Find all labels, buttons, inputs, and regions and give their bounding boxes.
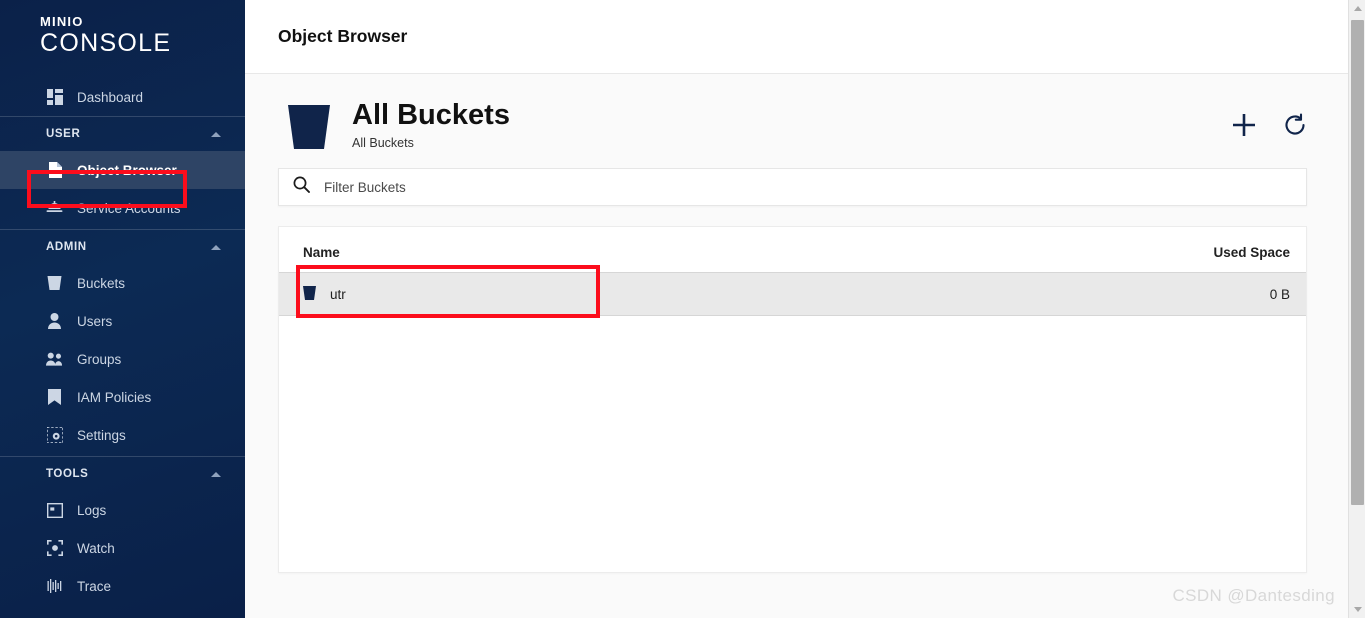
- sidebar-item-dashboard[interactable]: Dashboard: [0, 78, 245, 116]
- sidebar-section-title: TOOLS: [46, 468, 89, 480]
- chevron-up-icon[interactable]: [211, 131, 221, 137]
- sidebar-item-label: Settings: [77, 427, 126, 443]
- all-buckets-subtitle: All Buckets: [352, 136, 414, 150]
- sidebar-item-label: Watch: [77, 540, 115, 556]
- sidebar-section-title: USER: [46, 128, 81, 140]
- page-title: Object Browser: [278, 26, 408, 46]
- dashboard-icon: [46, 89, 63, 106]
- header-actions: [1231, 112, 1317, 138]
- search-input[interactable]: [324, 179, 1292, 195]
- scroll-up-button[interactable]: [1349, 0, 1365, 17]
- column-header-name[interactable]: Name: [279, 227, 998, 273]
- sidebar-section-header-user[interactable]: USER: [0, 117, 245, 151]
- sidebar-item-label: Buckets: [77, 275, 126, 291]
- sidebar-item-label: Object Browser: [77, 162, 177, 178]
- table-row[interactable]: utr 0 B: [279, 272, 1306, 316]
- sidebar-item-label: Groups: [77, 351, 122, 367]
- main-content: Object Browser All Buckets All Buckets F…: [245, 0, 1365, 618]
- sidebar-item-label: Dashboard: [77, 89, 144, 105]
- sidebar-section-title: ADMIN: [46, 241, 87, 253]
- sidebar-item-watch[interactable]: Watch: [0, 529, 245, 567]
- sidebar-item-label: Users: [77, 313, 113, 329]
- bucket-icon: [288, 105, 330, 154]
- plus-icon: [1231, 114, 1257, 141]
- bucket-icon: [303, 285, 316, 303]
- sidebar-item-logs[interactable]: Logs: [0, 491, 245, 529]
- bucket-name-label: utr: [330, 286, 346, 302]
- service-bell-icon: [46, 200, 63, 217]
- buckets-table: Name Used Space utr 0 B: [279, 227, 1306, 316]
- chevron-up-icon: [1353, 6, 1362, 11]
- sidebar-section-header-tools[interactable]: TOOLS: [0, 457, 245, 491]
- table-header: Name Used Space: [279, 227, 1306, 273]
- refresh-icon: [1283, 113, 1307, 140]
- sidebar-item-buckets[interactable]: Buckets: [0, 264, 245, 302]
- cell-used-space: 0 B: [997, 272, 1306, 316]
- logo-minio-text: MINIO: [40, 14, 84, 29]
- scroll-down-button[interactable]: [1349, 601, 1365, 618]
- sidebar-item-trace[interactable]: Trace: [0, 567, 245, 605]
- all-buckets-title: All Buckets: [352, 99, 510, 131]
- sidebar-item-object-browser[interactable]: Object Browser: [0, 151, 245, 189]
- table-header-row: Name Used Space: [279, 227, 1306, 273]
- filter-buckets-bar[interactable]: [278, 168, 1307, 206]
- chevron-down-icon: [1353, 607, 1362, 612]
- user-icon: [46, 313, 63, 330]
- logo-console-text: CONSOLE: [40, 29, 172, 57]
- sidebar-item-settings[interactable]: Settings: [0, 416, 245, 454]
- sidebar-section-header-admin[interactable]: ADMIN: [0, 230, 245, 264]
- trace-icon: [46, 578, 63, 595]
- sidebar-item-service-accounts[interactable]: Service Accounts: [0, 189, 245, 227]
- refresh-button[interactable]: [1283, 113, 1307, 137]
- sidebar-item-users[interactable]: Users: [0, 302, 245, 340]
- sidebar-item-groups[interactable]: Groups: [0, 340, 245, 378]
- groups-icon: [46, 351, 63, 368]
- sidebar: MINIO CONSOLE Dashboard USER Object Brow…: [0, 0, 245, 618]
- content-area: All Buckets All Buckets Filter Buckets N…: [245, 74, 1365, 573]
- sidebar-section-tools: TOOLS Logs Watch Trace: [0, 457, 245, 607]
- sidebar-item-label: IAM Policies: [77, 389, 152, 405]
- page-header-bar: Object Browser: [245, 0, 1365, 74]
- chevron-up-icon[interactable]: [211, 244, 221, 250]
- add-bucket-button[interactable]: [1231, 112, 1257, 138]
- document-icon: [46, 162, 63, 179]
- window-icon: [46, 502, 63, 519]
- sidebar-item-label: Trace: [77, 578, 112, 594]
- sidebar-section-admin: ADMIN Buckets Users Groups IAM Policies …: [0, 230, 245, 456]
- sidebar-item-label: Logs: [77, 502, 107, 518]
- search-icon: [293, 176, 310, 198]
- watch-target-icon: [46, 540, 63, 557]
- bucket-icon: [46, 275, 63, 292]
- sidebar-section-user: USER Object Browser Service Accounts: [0, 117, 245, 229]
- all-buckets-header: All Buckets All Buckets: [278, 74, 1317, 168]
- minio-console-app: MINIO CONSOLE Dashboard USER Object Brow…: [0, 0, 1365, 618]
- buckets-table-card: Name Used Space utr 0 B: [278, 226, 1307, 573]
- watermark: CSDN @Dantesding: [1172, 586, 1335, 605]
- sidebar-item-label: Service Accounts: [77, 200, 181, 216]
- sidebar-item-iam-policies[interactable]: IAM Policies: [0, 378, 245, 416]
- page-scrollbar[interactable]: [1348, 0, 1365, 618]
- cell-bucket-name[interactable]: utr: [279, 272, 998, 316]
- chevron-up-icon[interactable]: [211, 471, 221, 477]
- logo: MINIO CONSOLE: [0, 0, 245, 78]
- column-header-used-space[interactable]: Used Space: [998, 227, 1306, 273]
- bookmark-icon: [46, 389, 63, 406]
- settings-gear-icon: [46, 427, 63, 444]
- table-body: utr 0 B: [279, 272, 1306, 316]
- scrollbar-thumb[interactable]: [1351, 20, 1364, 505]
